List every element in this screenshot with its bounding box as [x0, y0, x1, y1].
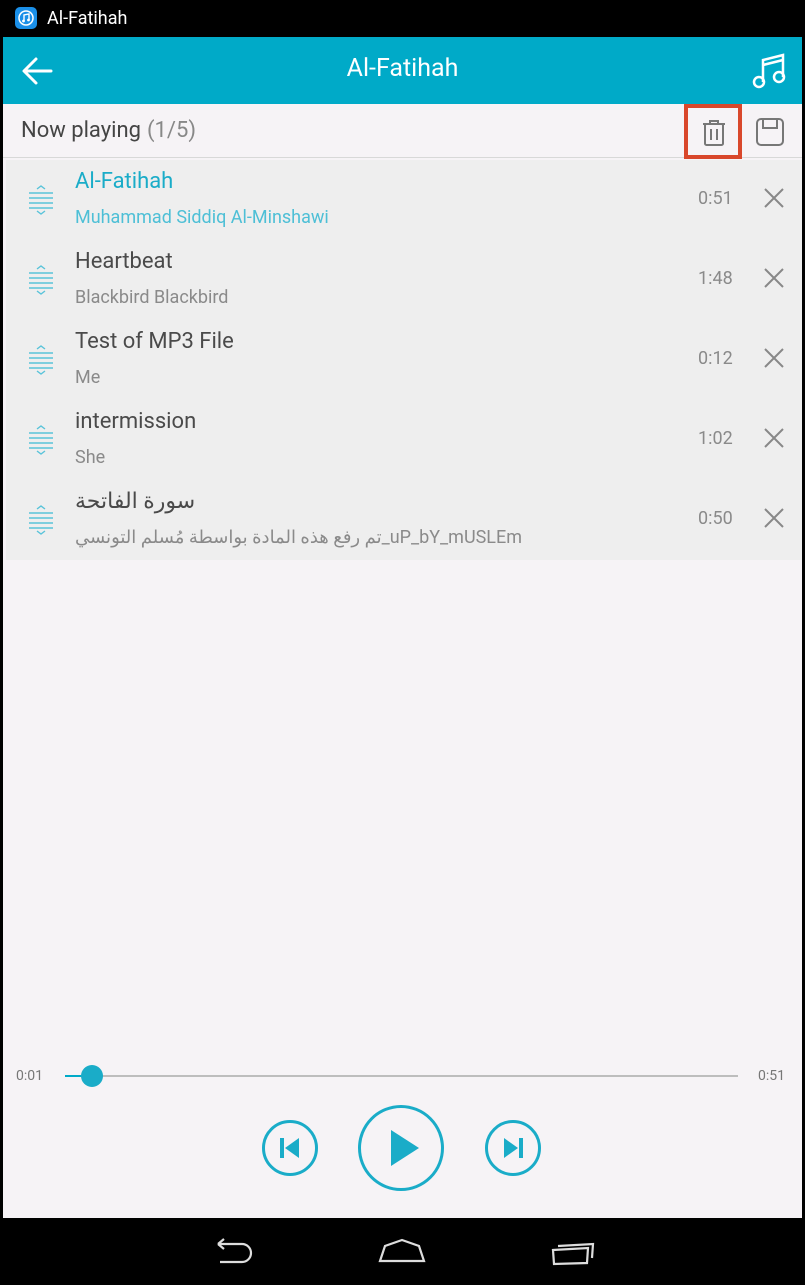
song-title: سورة الفاتحة [75, 489, 196, 514]
system-nav-bar [3, 1218, 802, 1285]
drag-handle-icon[interactable] [26, 185, 56, 215]
drag-handle-icon[interactable] [26, 425, 56, 455]
song-artist: She [75, 447, 106, 468]
drag-handle-icon[interactable] [26, 505, 56, 535]
play-icon [391, 1130, 419, 1166]
app-frame: Al-Fatihah Al-Fatihah Now playing(1/5) [3, 0, 802, 1285]
action-bar: Al-Fatihah [3, 37, 802, 104]
status-app-title: Al-Fatihah [47, 8, 128, 29]
close-icon[interactable] [763, 267, 785, 289]
song-title: Test of MP3 File [75, 329, 234, 354]
nav-recents-icon[interactable] [550, 1236, 600, 1270]
list-item[interactable]: سورة الفاتحة تم رفع هذه المادة بواسطة مُ… [6, 480, 802, 560]
drag-handle-icon[interactable] [26, 265, 56, 295]
song-duration: 1:48 [698, 268, 733, 289]
now-playing-text: Now playing [21, 118, 142, 143]
close-icon[interactable] [763, 187, 785, 209]
song-title: Al-Fatihah [75, 169, 174, 194]
song-duration: 0:51 [698, 188, 733, 209]
status-bar: Al-Fatihah [3, 0, 802, 37]
drag-handle-icon[interactable] [26, 345, 56, 375]
play-button[interactable] [358, 1105, 444, 1191]
song-artist: Me [75, 367, 101, 388]
song-duration: 0:12 [698, 348, 733, 369]
seek-thumb[interactable] [80, 1065, 103, 1087]
song-artist: Muhammad Siddiq Al-Minshawi [75, 207, 329, 228]
previous-button[interactable] [262, 1120, 318, 1176]
now-playing-label: Now playing (1/5) [21, 118, 196, 143]
song-artist: تم رفع هذه المادة بواسطة مُسلم التونسي_u… [75, 527, 523, 548]
app-icon [15, 7, 37, 29]
playlist: Al-Fatihah Muhammad Siddiq Al-Minshawi 0… [6, 160, 802, 560]
list-item[interactable]: Test of MP3 File Me 0:12 [6, 320, 802, 400]
song-duration: 1:02 [698, 428, 733, 449]
close-icon[interactable] [763, 427, 785, 449]
song-title: Heartbeat [75, 249, 173, 274]
song-artist: Blackbird Blackbird [75, 287, 229, 308]
song-title: intermission [75, 409, 197, 434]
current-time: 0:01 [16, 1068, 43, 1084]
close-icon[interactable] [763, 507, 785, 529]
list-item[interactable]: Heartbeat Blackbird Blackbird 1:48 [6, 240, 802, 320]
total-time: 0:51 [758, 1068, 785, 1084]
list-item[interactable]: intermission She 1:02 [6, 400, 802, 480]
nav-back-icon[interactable] [208, 1236, 256, 1270]
trash-icon [703, 120, 725, 146]
skip-next-icon [504, 1138, 523, 1158]
next-button[interactable] [485, 1120, 541, 1176]
list-item[interactable]: Al-Fatihah Muhammad Siddiq Al-Minshawi 0… [6, 160, 802, 240]
music-note-icon[interactable] [752, 51, 788, 89]
save-playlist-icon[interactable] [755, 117, 785, 147]
seek-bar[interactable] [65, 1065, 738, 1087]
clear-playlist-button[interactable] [684, 104, 742, 159]
page-title: Al-Fatihah [346, 54, 459, 83]
skip-previous-icon [280, 1138, 299, 1158]
nav-home-icon[interactable] [377, 1236, 427, 1270]
now-playing-header: Now playing (1/5) [3, 104, 802, 159]
now-playing-count: (1/5) [147, 118, 197, 143]
close-icon[interactable] [763, 347, 785, 369]
song-duration: 0:50 [698, 508, 733, 529]
